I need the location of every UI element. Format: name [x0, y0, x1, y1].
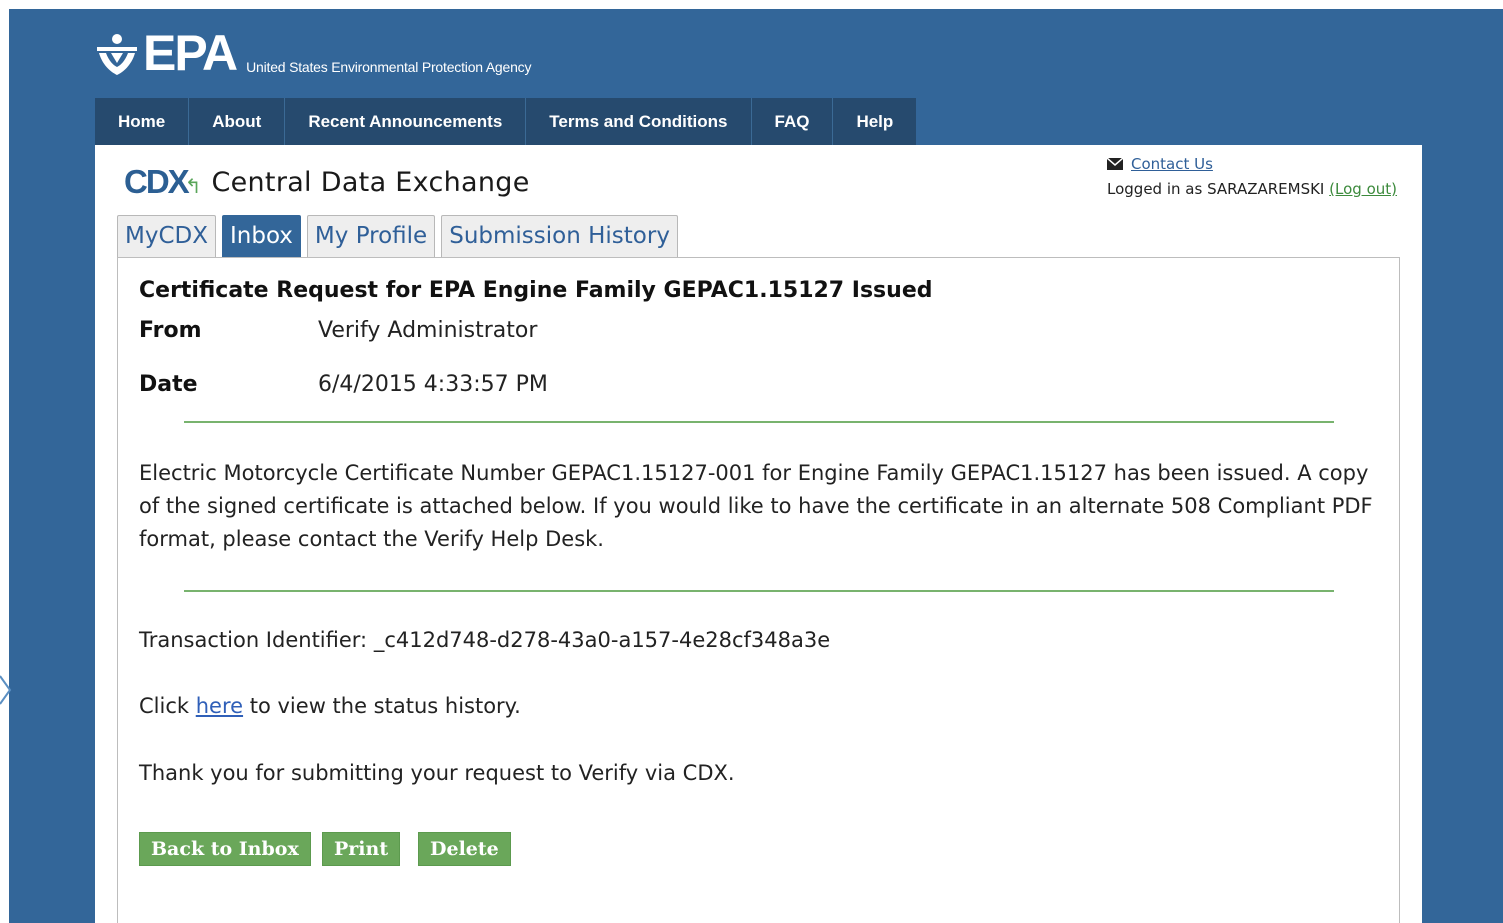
page-background: EPA United States Environmental Protecti…	[9, 9, 1503, 923]
user-box: Contact Us Logged in as SARAZAREMSKI (Lo…	[1107, 155, 1397, 198]
epa-flower-icon	[97, 34, 137, 75]
from-value: Verify Administrator	[318, 318, 538, 343]
main-panel: CDX ↰ Central Data Exchange Contact Us L…	[95, 145, 1422, 923]
tab-bar: MyCDX Inbox My Profile Submission Histor…	[117, 215, 678, 258]
tab-inbox[interactable]: Inbox	[221, 215, 301, 258]
envelope-icon	[1107, 158, 1123, 170]
nav-terms-and-conditions[interactable]: Terms and Conditions	[526, 98, 752, 145]
top-navigation: Home About Recent Announcements Terms an…	[95, 98, 917, 145]
thanks-text: Thank you for submitting your request to…	[139, 761, 735, 785]
nav-faq[interactable]: FAQ	[751, 98, 834, 145]
click-suffix: to view the status history.	[249, 694, 521, 718]
print-button[interactable]: Print	[322, 832, 401, 866]
status-history-line: Click here to view the status history.	[139, 694, 521, 718]
divider-top	[184, 421, 1334, 423]
logout-link[interactable]: (Log out)	[1329, 180, 1397, 198]
contact-us-link[interactable]: Contact Us	[1131, 155, 1213, 173]
from-label: From	[139, 318, 202, 343]
click-prefix: Click	[139, 694, 190, 718]
message-body: Electric Motorcycle Certificate Number G…	[139, 461, 1373, 551]
epa-logo[interactable]: EPA United States Environmental Protecti…	[95, 25, 532, 81]
nav-recent-announcements[interactable]: Recent Announcements	[285, 98, 527, 145]
chevron-right-icon	[0, 675, 12, 705]
transaction-label: Transaction Identifier:	[139, 628, 368, 652]
divider-bottom	[184, 590, 1334, 592]
delete-button[interactable]: Delete	[418, 832, 511, 866]
tab-submission-history[interactable]: Submission History	[441, 215, 678, 258]
back-to-inbox-button[interactable]: Back to Inbox	[139, 832, 311, 866]
nav-home[interactable]: Home	[95, 98, 190, 145]
app-title: Central Data Exchange	[211, 166, 530, 198]
tab-mycdx[interactable]: MyCDX	[117, 215, 216, 258]
epa-wordmark: EPA	[143, 25, 238, 81]
transaction-line: Transaction Identifier: _c412d748-d278-4…	[139, 628, 830, 652]
cdx-logo[interactable]: CDX ↰ Central Data Exchange	[124, 163, 530, 201]
message-subject: Certificate Request for EPA Engine Famil…	[139, 278, 933, 303]
nav-help[interactable]: Help	[833, 98, 917, 145]
username: SARAZAREMSKI	[1207, 180, 1325, 198]
date-label: Date	[139, 372, 198, 397]
date-value: 6/4/2015 4:33:57 PM	[318, 372, 548, 397]
cdx-arrow-icon: ↰	[184, 174, 202, 198]
status-history-link[interactable]: here	[196, 694, 243, 718]
message-view: Certificate Request for EPA Engine Famil…	[117, 257, 1400, 923]
tab-my-profile[interactable]: My Profile	[306, 215, 436, 258]
cdx-wordmark: CDX	[124, 163, 190, 200]
agency-name: United States Environmental Protection A…	[246, 59, 532, 75]
logged-in-prefix: Logged in as	[1107, 180, 1203, 198]
nav-about[interactable]: About	[189, 98, 286, 145]
transaction-id: _c412d748-d278-43a0-a157-4e28cf348a3e	[373, 628, 831, 652]
